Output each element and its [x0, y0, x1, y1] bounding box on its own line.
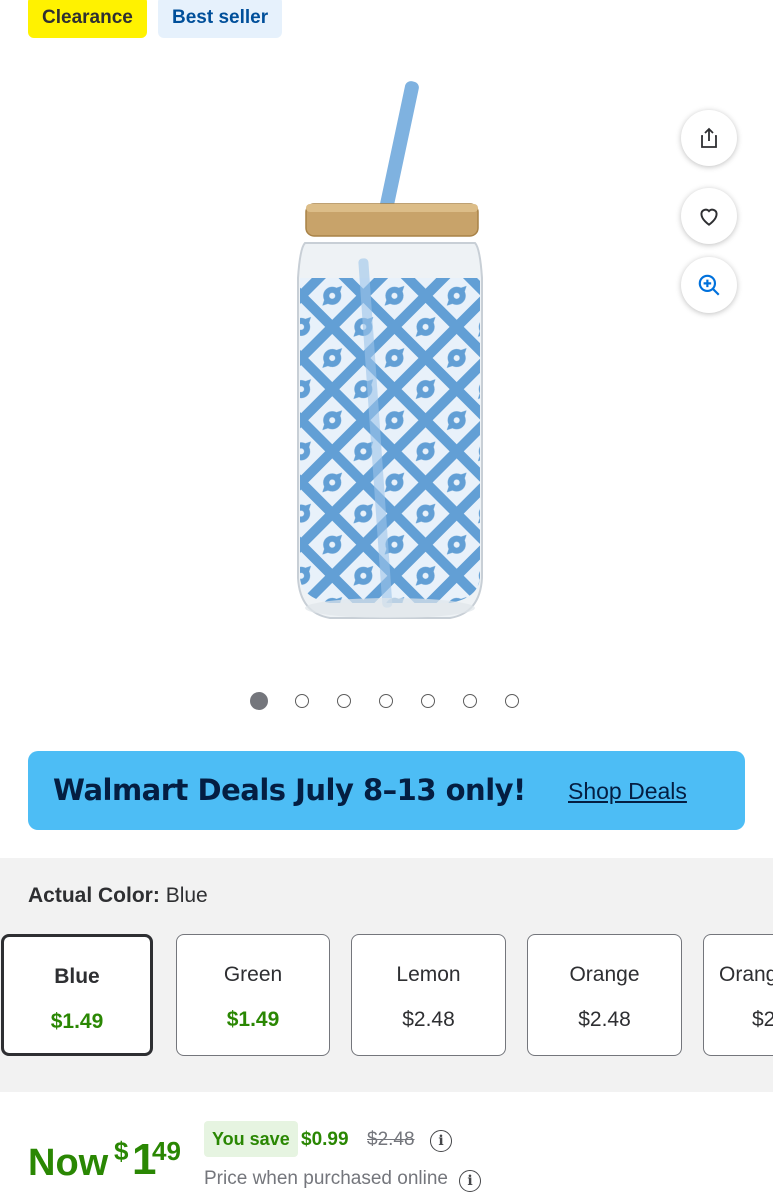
you-save-badge: You save — [204, 1121, 298, 1157]
carousel-dot[interactable] — [250, 692, 268, 710]
share-icon — [701, 127, 717, 148]
variant-option-green[interactable]: Green $1.49 — [176, 934, 330, 1056]
best-seller-badge: Best seller — [158, 0, 283, 38]
variant-option-orange[interactable]: Orange $2.48 — [527, 934, 682, 1056]
price-cents: 49 — [152, 1136, 181, 1166]
price-currency: $ — [114, 1136, 129, 1166]
variant-option-orange-2[interactable]: Orang $2 — [703, 934, 773, 1056]
carousel-dot[interactable] — [379, 694, 393, 708]
variant-option-name: Orang — [719, 963, 773, 986]
variant-selected-value: Blue — [165, 884, 208, 907]
now-label: Now — [28, 1142, 109, 1184]
variant-option-name: Lemon — [396, 963, 461, 986]
variant-option-price: $2.48 — [402, 1008, 455, 1031]
carousel-dot[interactable] — [421, 694, 435, 708]
variant-option-blue[interactable]: Blue $1.49 — [1, 934, 153, 1056]
info-icon[interactable]: i — [430, 1130, 452, 1152]
was-price: $2.48 — [367, 1129, 415, 1150]
carousel-dot[interactable] — [505, 694, 519, 708]
variant-label: Actual Color: Blue — [28, 884, 208, 908]
variant-option-price: $1.49 — [226, 1008, 280, 1031]
clearance-badge: Clearance — [28, 0, 147, 38]
zoom-in-icon — [698, 274, 720, 296]
zoom-button[interactable] — [681, 257, 737, 313]
variant-option-price: $1.49 — [50, 1010, 104, 1033]
deals-banner: Walmart Deals July 8–13 only! Shop Deals — [28, 751, 745, 830]
variant-option-price: $2 — [752, 1008, 773, 1031]
product-image[interactable] — [270, 78, 510, 623]
info-icon[interactable]: i — [459, 1170, 481, 1192]
save-amount: $0.99 — [301, 1129, 349, 1150]
variant-option-price: $2.48 — [578, 1008, 631, 1031]
price-note: Price when purchased online — [204, 1168, 448, 1189]
carousel-dot[interactable] — [337, 694, 351, 708]
deals-banner-text: Walmart Deals July 8–13 only! — [53, 773, 526, 807]
variant-option-lemon[interactable]: Lemon $2.48 — [351, 934, 506, 1056]
color-variant-section: Actual Color: Blue Blue $1.49 Green $1.4… — [0, 858, 773, 1092]
price-section: Now $ 1 49 You save $0.99 $2.48 i Price … — [0, 1092, 773, 1199]
share-button[interactable] — [681, 110, 737, 166]
carousel-dot[interactable] — [463, 694, 477, 708]
variant-option-name: Orange — [569, 963, 640, 986]
variant-option-name: Blue — [54, 965, 100, 988]
heart-icon — [700, 208, 718, 226]
favorite-button[interactable] — [681, 188, 737, 244]
carousel-dot[interactable] — [295, 694, 309, 708]
variant-option-name: Green — [223, 963, 283, 986]
shop-deals-link[interactable]: Shop Deals — [568, 778, 687, 805]
variant-label-text: Actual Color: — [28, 884, 160, 907]
